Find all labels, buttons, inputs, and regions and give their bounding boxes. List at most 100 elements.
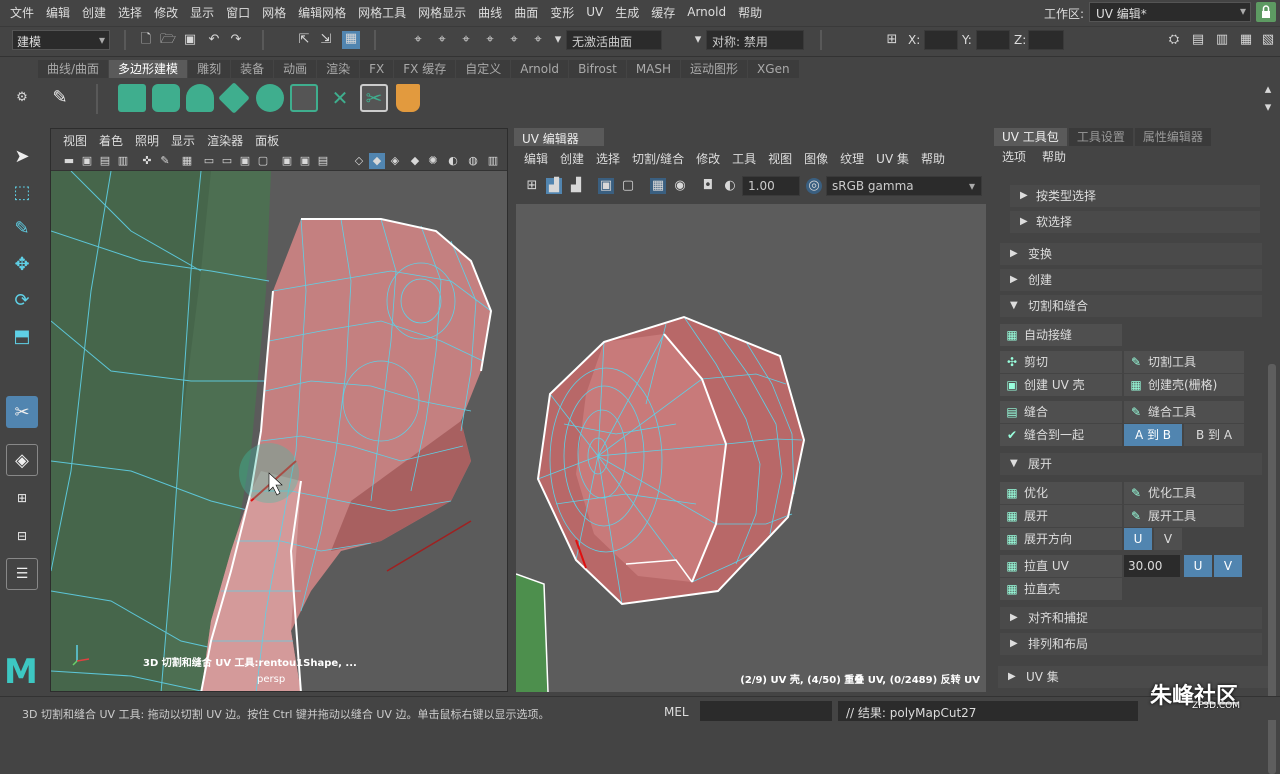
unfold-along-button[interactable]: ▦ 展开方向	[1000, 528, 1122, 550]
optimize-button[interactable]: ▦ 优化	[1000, 482, 1122, 504]
menu-modify[interactable]: 修改	[148, 4, 184, 21]
snap-point-icon[interactable]: ⌖	[458, 32, 474, 48]
straighten-angle-field[interactable]: 30.00	[1124, 555, 1180, 577]
mel-label[interactable]: MEL	[664, 705, 689, 719]
menu-uv[interactable]: UV	[580, 5, 609, 19]
shelf-tab-fx-cache[interactable]: FX 缓存	[394, 60, 456, 78]
menu-cache[interactable]: 缓存	[645, 4, 681, 21]
move-and-sew-button[interactable]: ✔ 缝合到一起	[1000, 424, 1122, 446]
uv-menu-cut-sew[interactable]: 切割/缝合	[626, 150, 690, 167]
uv-border-icon[interactable]: ▣	[598, 178, 614, 194]
menu-surfaces[interactable]: 曲面	[508, 4, 544, 21]
uv-checker-off-icon[interactable]: ⊞	[524, 178, 540, 194]
single-layout-icon[interactable]: ◈	[6, 444, 38, 476]
field-chart-icon[interactable]: ▢	[255, 153, 271, 169]
shelf-tab-arnold[interactable]: Arnold	[511, 60, 569, 78]
wireframe-icon[interactable]: ◇	[351, 153, 367, 169]
menu-mesh-display[interactable]: 网格显示	[412, 4, 472, 21]
snap-curve-icon[interactable]: ⌖	[434, 32, 450, 48]
unfold-v-button[interactable]: V	[1154, 528, 1182, 550]
shelf-tab-custom[interactable]: 自定义	[456, 60, 511, 78]
menu-edit[interactable]: 编辑	[40, 4, 76, 21]
vp-menu-shading[interactable]: 着色	[93, 132, 129, 149]
vp-menu-renderer[interactable]: 渲染器	[201, 132, 249, 149]
uv-menu-edit[interactable]: 编辑	[518, 150, 554, 167]
straighten-v-button[interactable]: V	[1214, 555, 1242, 577]
uv-menu-textures[interactable]: 纹理	[834, 150, 870, 167]
unfold-tool-button[interactable]: ✎ 展开工具	[1124, 505, 1244, 527]
viewport-canvas[interactable]	[51, 171, 508, 692]
viewport-persp[interactable]: 视图 着色 照明 显示 渲染器 面板 ▬ ▣ ▤ ▥ ✜ ✎ ▦ ▭ ▭ ▣ ▢…	[50, 128, 508, 692]
workspace-select[interactable]: UV 编辑* ▾	[1089, 2, 1251, 22]
shelf-settings-icon[interactable]: ⚙	[14, 90, 30, 106]
uv-editor-tab[interactable]: UV 编辑器	[514, 128, 604, 146]
menu-mesh[interactable]: 网格	[256, 4, 292, 21]
select-component-icon[interactable]: ▦	[342, 31, 360, 49]
grease-pencil-icon[interactable]: ✎	[157, 153, 173, 169]
transform-mode-icon[interactable]: ⊞	[884, 32, 900, 48]
rp-menu-options[interactable]: 选项	[994, 148, 1034, 166]
shelf-tab-polygons[interactable]: 多边形建模	[109, 60, 188, 78]
section-cut-sew[interactable]: ▼ 切割和缝合	[1000, 295, 1262, 317]
uv-canvas[interactable]	[516, 204, 986, 692]
straighten-u-button[interactable]: U	[1184, 555, 1212, 577]
select-object-icon[interactable]: ⇲	[318, 32, 334, 48]
uv-menu-help[interactable]: 帮助	[915, 150, 951, 167]
bookmark-icon[interactable]: ▤	[97, 153, 113, 169]
chevron-down-icon[interactable]: ▾	[550, 32, 566, 48]
snap-vertex-icon[interactable]: ⌖	[530, 32, 546, 48]
optimize-tool-button[interactable]: ✎ 优化工具	[1124, 482, 1244, 504]
mode-select[interactable]: 建模 ▾	[12, 30, 110, 50]
tool-settings-icon[interactable]: ▦	[1238, 32, 1254, 48]
menu-generate[interactable]: 生成	[609, 4, 645, 21]
uv-checker-icon[interactable]	[290, 84, 318, 112]
textured-icon[interactable]: ◆	[407, 153, 423, 169]
shelf-edit-icon[interactable]: ✎	[46, 84, 74, 112]
uv-menu-select[interactable]: 选择	[590, 150, 626, 167]
safe-action-icon[interactable]: ▣	[279, 153, 295, 169]
shelf-tab-rendering[interactable]: 渲染	[317, 60, 360, 78]
uv-snapshot-icon[interactable]: ◘	[700, 178, 716, 194]
lock-icon[interactable]	[1256, 2, 1276, 22]
uv-exposure-icon[interactable]: ◐	[722, 178, 738, 194]
menu-edit-mesh[interactable]: 编辑网格	[292, 4, 352, 21]
y-field[interactable]	[976, 30, 1010, 50]
menu-deform[interactable]: 变形	[544, 4, 580, 21]
undo-icon[interactable]: ↶	[206, 32, 222, 48]
uv-menu-uvsets[interactable]: UV 集	[870, 150, 915, 167]
create-uv-shell-button[interactable]: ▣ 创建 UV 壳	[1000, 374, 1122, 396]
shelf-tab-rigging[interactable]: 装备	[231, 60, 274, 78]
uv-grid-icon[interactable]: ▦	[650, 178, 666, 194]
shadows-icon[interactable]: ◐	[445, 153, 461, 169]
uv-cut-sew-icon[interactable]: ✂	[360, 84, 388, 112]
shelf-scroll-up-icon[interactable]: ▴	[1260, 82, 1276, 98]
material-icon[interactable]	[396, 84, 420, 112]
section-create[interactable]: ▶ 创建	[1000, 269, 1262, 291]
new-scene-icon[interactable]: 🗋	[138, 32, 154, 48]
shelf-tab-curves[interactable]: 曲线/曲面	[38, 60, 109, 78]
channel-box-icon[interactable]: ▧	[1260, 32, 1276, 48]
image-plane-icon[interactable]: ▥	[115, 153, 131, 169]
redo-icon[interactable]: ↷	[228, 32, 244, 48]
uv-menu-image[interactable]: 图像	[798, 150, 834, 167]
hud-icon[interactable]: ▤	[315, 153, 331, 169]
menu-display[interactable]: 显示	[184, 4, 220, 21]
menu-select[interactable]: 选择	[112, 4, 148, 21]
attribute-editor-icon[interactable]: ▥	[1214, 32, 1230, 48]
move-tool-icon[interactable]: ✥	[6, 248, 38, 280]
snap-view-icon[interactable]: ⌖	[482, 32, 498, 48]
shelf-tab-bifrost[interactable]: Bifrost	[569, 60, 626, 78]
select-tool-icon[interactable]: ➤	[6, 140, 38, 172]
section-unfold[interactable]: ▼ 展开	[1000, 453, 1262, 475]
shelf-tab-motion-graphics[interactable]: 运动图形	[681, 60, 748, 78]
save-scene-icon[interactable]: ▣	[182, 32, 198, 48]
auto-seams-button[interactable]: ▦ 自动接缝	[1000, 324, 1122, 346]
sew-button[interactable]: ▤ 缝合	[1000, 401, 1122, 423]
vp-menu-view[interactable]: 视图	[57, 132, 93, 149]
section-arrange-layout[interactable]: ▶ 排列和布局	[1000, 633, 1262, 655]
select-hierarchy-icon[interactable]: ⇱	[296, 32, 312, 48]
uv-cut-sew-tool-icon[interactable]: ✂	[6, 396, 38, 428]
exposure-field[interactable]: 1.00	[742, 176, 800, 196]
menu-help[interactable]: 帮助	[732, 4, 768, 21]
cut-tool-button[interactable]: ✎ 切割工具	[1124, 351, 1244, 373]
